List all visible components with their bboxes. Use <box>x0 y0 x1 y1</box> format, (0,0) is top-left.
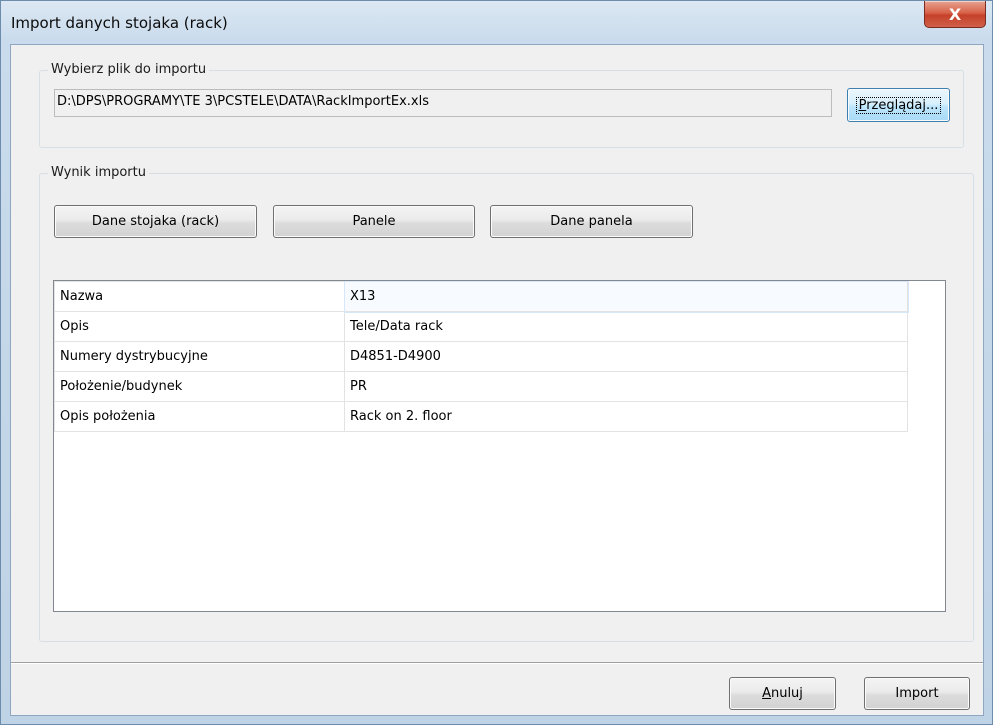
table-row[interactable]: Numery dystrybucyjne D4851-D4900 <box>54 341 908 372</box>
dialog-window: Import danych stojaka (rack) X Wybierz p… <box>0 0 993 725</box>
table-row[interactable]: Położenie/budynek PR <box>54 371 908 402</box>
property-key: Położenie/budynek <box>54 371 345 402</box>
property-value[interactable]: X13 <box>343 280 909 313</box>
dialog-client-area: Wybierz plik do importu D:\DPS\PROGRAMY\… <box>10 44 984 716</box>
tab-panels[interactable]: Panele <box>273 205 475 238</box>
tab-rack-data-label: Dane stojaka (rack) <box>91 214 220 229</box>
window-title: Import danych stojaka (rack) <box>11 14 228 32</box>
cancel-button[interactable]: Anuluj <box>729 677 836 710</box>
property-key: Opis <box>54 311 345 342</box>
cancel-label-text: nuluj <box>770 686 803 701</box>
footer-divider-highlight <box>11 663 983 664</box>
property-value[interactable]: Tele/Data rack <box>344 311 908 342</box>
import-button-label: Import <box>895 686 939 701</box>
import-button[interactable]: Import <box>864 677 970 710</box>
property-value[interactable]: PR <box>344 371 908 402</box>
import-result-group-label: Wynik importu <box>48 165 149 180</box>
browse-button-label: Przeglądaj... <box>855 96 942 114</box>
cancel-accel-key: A <box>762 686 771 701</box>
tab-rack-data[interactable]: Dane stojaka (rack) <box>54 205 257 238</box>
close-button[interactable]: X <box>924 1 986 28</box>
close-icon: X <box>948 4 962 24</box>
property-key: Numery dystrybucyjne <box>54 341 345 372</box>
property-value[interactable]: D4851-D4900 <box>344 341 908 372</box>
property-key: Nazwa <box>54 281 345 312</box>
table-row[interactable]: Nazwa X13 <box>54 280 909 313</box>
tab-panel-data-label: Dane panela <box>550 214 633 229</box>
property-table: Nazwa X13 Opis Tele/Data rack Numery dys… <box>54 280 909 432</box>
cancel-button-label: Anuluj <box>762 686 803 701</box>
tab-panel-data[interactable]: Dane panela <box>490 205 693 238</box>
property-value[interactable]: Rack on 2. floor <box>344 401 908 432</box>
property-grid[interactable]: Nazwa X13 Opis Tele/Data rack Numery dys… <box>53 280 946 612</box>
tab-panels-label: Panele <box>352 214 396 229</box>
browse-label-text: rzeglądaj... <box>866 97 939 113</box>
file-select-group-label: Wybierz plik do importu <box>48 62 210 77</box>
property-key: Opis położenia <box>54 401 345 432</box>
browse-button[interactable]: Przeglądaj... <box>847 88 950 122</box>
table-row[interactable]: Opis położenia Rack on 2. floor <box>54 401 908 432</box>
title-bar[interactable]: Import danych stojaka (rack) X <box>1 1 992 45</box>
table-row[interactable]: Opis Tele/Data rack <box>54 311 908 342</box>
file-path-field[interactable]: D:\DPS\PROGRAMY\TE 3\PCSTELE\DATA\RackIm… <box>54 89 832 117</box>
